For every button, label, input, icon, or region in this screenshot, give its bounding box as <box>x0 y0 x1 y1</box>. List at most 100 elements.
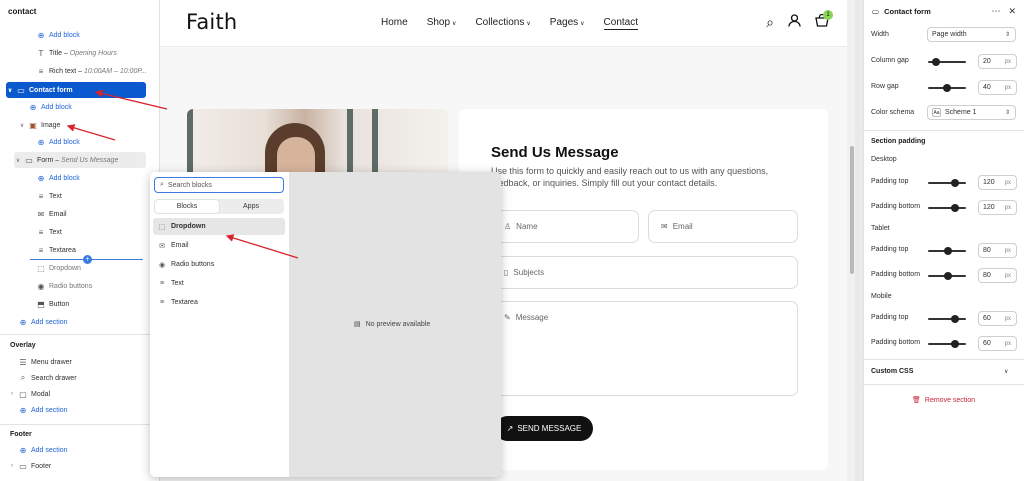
tab-blocks[interactable]: Blocks <box>155 200 219 213</box>
block-textarea[interactable]: ≡ Textarea <box>36 242 159 258</box>
add-block-button[interactable]: ⊕ Add block <box>36 134 159 150</box>
color-schema-label: Color schema <box>871 109 915 116</box>
desktop-padding-bottom-slider[interactable] <box>928 207 966 209</box>
padding-bottom-label: Padding bottom <box>871 271 921 278</box>
chevron-right-icon[interactable]: › <box>8 391 16 397</box>
mobile-padding-top-input[interactable]: 60 px <box>978 311 1017 326</box>
mobile-padding-bottom-slider[interactable] <box>928 343 966 345</box>
nav-shop[interactable]: Shop ∨ <box>427 17 457 30</box>
block-preview-pane: ▤ No preview available <box>289 172 501 477</box>
mobile-padding-bottom-input[interactable]: 60 px <box>978 336 1017 351</box>
custom-css-toggle[interactable]: Custom CSS <box>871 368 913 375</box>
mobile-padding-bottom-knob[interactable] <box>951 340 959 348</box>
search-icon[interactable]: ⌕ <box>766 14 774 31</box>
add-block-button[interactable]: ⊕ Add block <box>28 99 159 115</box>
add-block-button[interactable]: ⊕ Add block <box>36 170 159 186</box>
search-icon: ⌕ <box>20 373 26 382</box>
store-logo[interactable]: Faith <box>186 10 237 34</box>
block-button[interactable]: ⬒ Button <box>36 296 159 312</box>
tablet-padding-bottom-knob[interactable] <box>944 272 952 280</box>
chevron-right-icon[interactable]: › <box>8 463 16 469</box>
add-section-button[interactable]: ⊕ Add section <box>18 402 159 418</box>
section-modal[interactable]: › ▢ Modal <box>8 386 159 402</box>
section-contact-form[interactable]: ∨ ▭ Contact form <box>6 82 146 98</box>
chevron-down-icon[interactable]: ∨ <box>1004 368 1008 375</box>
desktop-padding-top-input[interactable]: 120 px <box>978 175 1017 190</box>
scheme-swatch-icon: Aa <box>932 108 941 117</box>
color-schema-select[interactable]: Aa Scheme 1 ⇕ <box>927 105 1016 120</box>
add-section-button[interactable]: ⊕ Add section <box>18 442 159 458</box>
section-footer[interactable]: › ▭ Footer <box>8 458 159 474</box>
block-text[interactable]: ≡ Text <box>36 188 159 204</box>
nav-contact[interactable]: Contact <box>603 17 639 30</box>
desktop-padding-top-slider[interactable] <box>928 182 966 184</box>
mobile-padding-top-slider[interactable] <box>928 318 966 320</box>
message-field[interactable]: ✎ Message <box>491 301 798 396</box>
divider <box>863 384 1024 385</box>
preview-scrollbar[interactable] <box>847 0 855 481</box>
template-title: contact <box>8 7 37 16</box>
account-icon[interactable] <box>788 14 801 31</box>
tablet-padding-top-knob[interactable] <box>944 247 952 255</box>
block-radio-buttons[interactable]: ◉Radio buttons ◎ <box>36 278 159 294</box>
section-search-drawer[interactable]: ⌕ Search drawer <box>18 370 159 386</box>
desktop-padding-bottom-input[interactable]: 120 px <box>978 200 1017 215</box>
block-form[interactable]: ∨ ▭ Form – Send Us Message <box>14 152 146 168</box>
nav-pages[interactable]: Pages ∨ <box>550 17 585 30</box>
nav-home[interactable]: Home <box>381 17 408 30</box>
block-image[interactable]: ∨ ▣ Image <box>18 117 159 133</box>
mobile-padding-top-knob[interactable] <box>951 315 959 323</box>
paragraph-icon: ≡ <box>159 299 165 306</box>
desktop-padding-top-knob[interactable] <box>951 179 959 187</box>
email-field[interactable]: ✉ Email <box>648 210 798 243</box>
tablet-padding-top-input[interactable]: 80 px <box>978 243 1017 258</box>
picker-item-textarea[interactable]: ≡ Textarea <box>153 294 285 311</box>
padding-top-label: Padding top <box>871 314 909 321</box>
block-title[interactable]: T Title – Opening Hours <box>36 45 159 61</box>
picker-item-radio-buttons[interactable]: ◉ Radio buttons <box>153 256 285 273</box>
block-dropdown[interactable]: ⬚Dropdown ◎ <box>36 260 159 276</box>
add-block-button[interactable]: ⊕ Add block <box>36 27 159 43</box>
woman-with-headphones-photo <box>187 109 448 179</box>
document-icon: ▯ <box>504 268 509 277</box>
picker-item-text[interactable]: ≡ Text <box>153 275 285 292</box>
block-rich-text[interactable]: ≡ Rich text – 10:00AM – 10:00P... <box>36 63 159 79</box>
plus-circle-icon: ⊕ <box>19 317 27 327</box>
name-field[interactable]: ♙ Name <box>491 210 639 243</box>
picker-item-email[interactable]: ✉ Email <box>153 237 285 254</box>
more-options-icon[interactable]: ⋯ <box>991 6 1000 17</box>
plus-circle-icon: ⊕ <box>37 173 45 183</box>
tablet-padding-bottom-input[interactable]: 80 px <box>978 268 1017 283</box>
desktop-label: Desktop <box>871 156 897 163</box>
no-preview-message: ▤ No preview available <box>354 320 431 329</box>
row-gap-knob[interactable] <box>943 84 951 92</box>
tab-apps[interactable]: Apps <box>219 200 283 213</box>
plus-circle-icon: ⊕ <box>29 102 37 112</box>
trash-icon: 🗑 <box>912 397 921 404</box>
column-gap-knob[interactable] <box>932 58 940 66</box>
chevron-down-icon[interactable]: ∨ <box>14 157 22 164</box>
row-gap-input[interactable]: 40 px <box>978 80 1017 95</box>
divider <box>863 130 1024 131</box>
block-email[interactable]: ✉ Email <box>36 206 159 222</box>
picker-item-dropdown[interactable]: ⬚ Dropdown <box>153 218 285 235</box>
scrollbar-thumb[interactable] <box>850 146 854 274</box>
block-text[interactable]: ≡ Text <box>36 224 159 240</box>
nav-collections[interactable]: Collections ∨ <box>475 17 530 30</box>
close-icon[interactable]: ✕ <box>1008 6 1016 17</box>
remove-section-button[interactable]: 🗑 Remove section <box>912 396 975 405</box>
column-gap-input[interactable]: 20 px <box>978 54 1017 69</box>
radio-icon: ◉ <box>158 261 166 269</box>
search-blocks-input[interactable]: ⌕ Search blocks <box>154 177 284 193</box>
chevron-down-icon[interactable]: ∨ <box>6 87 14 94</box>
plus-circle-icon: ⊕ <box>19 405 27 415</box>
width-select[interactable]: Page width ⇕ <box>927 27 1016 42</box>
paragraph-icon: ≡ <box>38 227 44 237</box>
section-menu-drawer[interactable]: ☰ Menu drawer <box>18 354 159 370</box>
chevron-down-icon[interactable]: ∨ <box>18 122 26 129</box>
subjects-field[interactable]: ▯ Subjects <box>491 256 798 289</box>
add-section-button[interactable]: ⊕ Add section <box>18 314 159 330</box>
cart-icon[interactable]: 1 <box>815 10 833 31</box>
desktop-padding-bottom-knob[interactable] <box>951 204 959 212</box>
send-message-button[interactable]: ↗ SEND MESSAGE <box>495 416 593 441</box>
